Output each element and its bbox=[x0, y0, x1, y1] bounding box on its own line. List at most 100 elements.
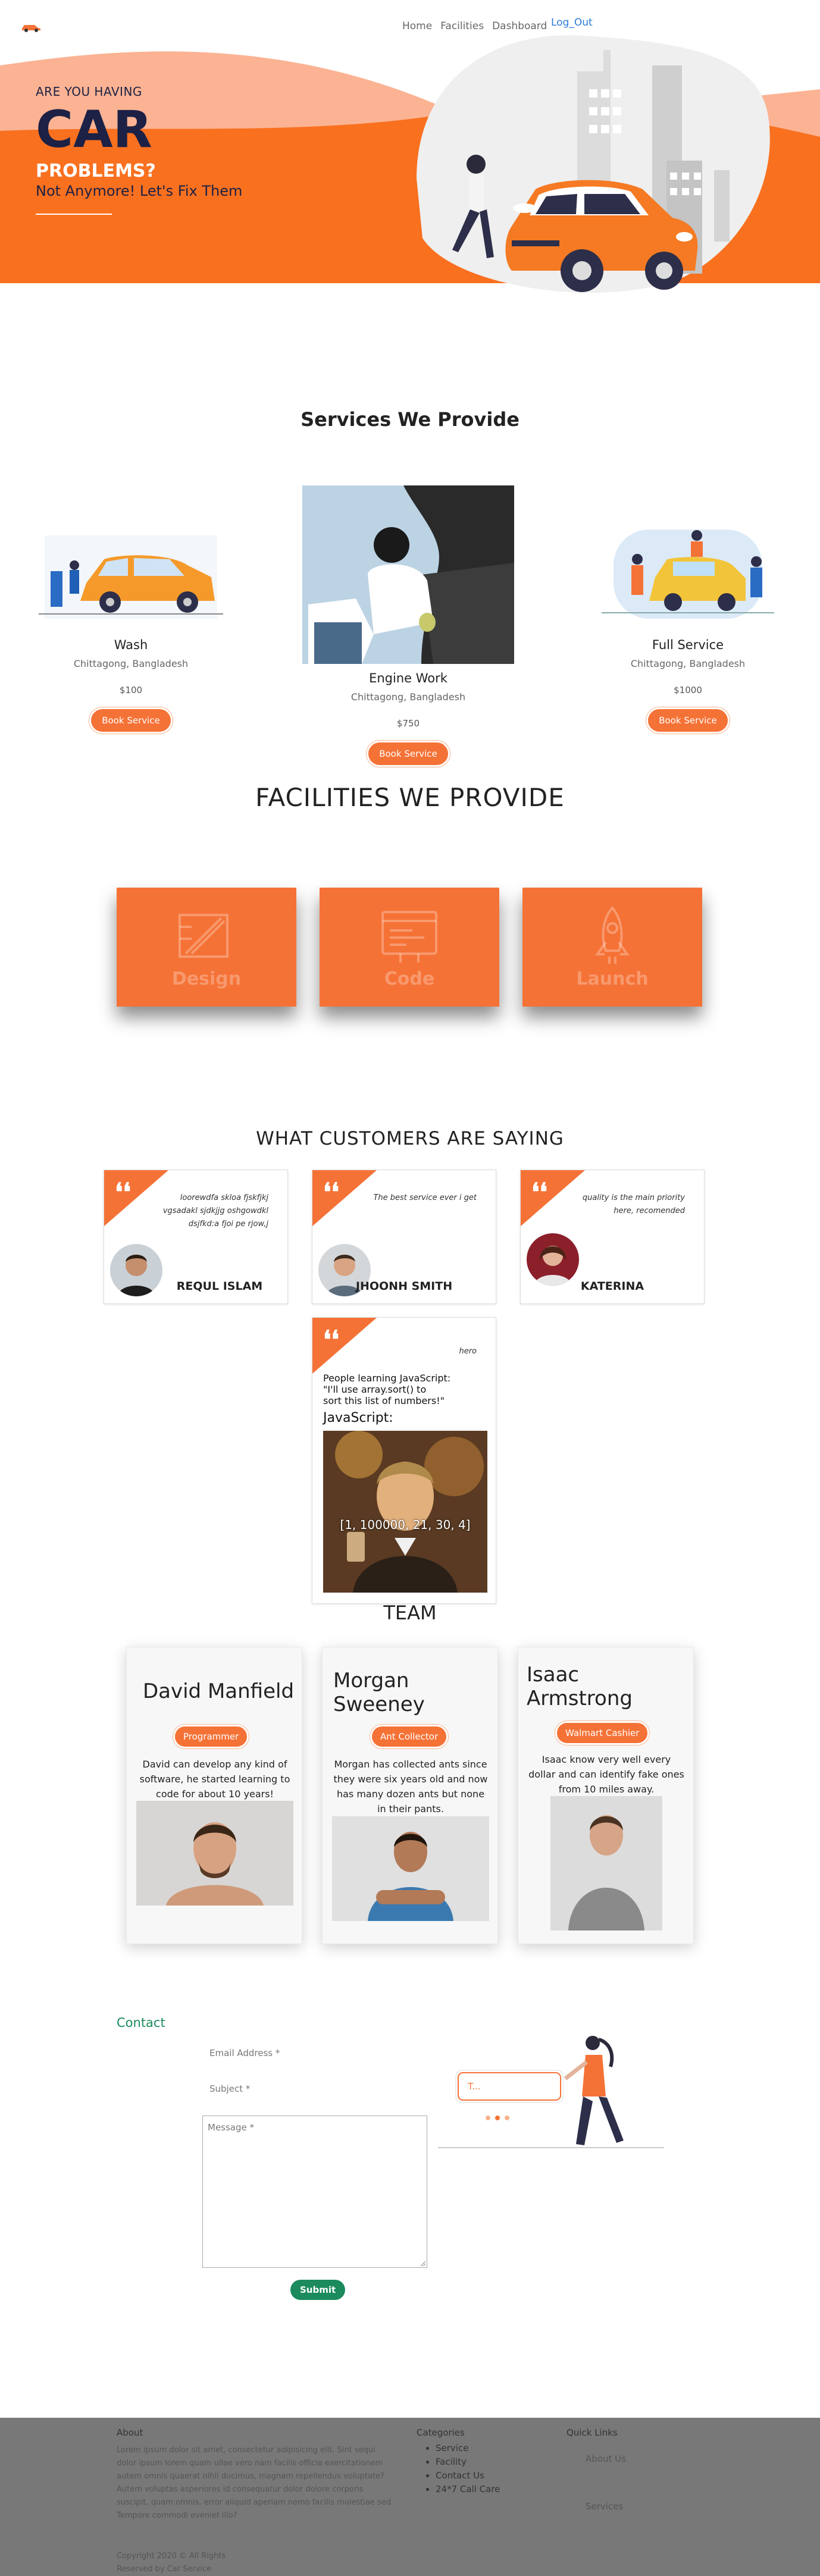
team-member-card: Isaac Armstrong Walmart Cashier Isaac kn… bbox=[518, 1647, 694, 1944]
book-service-button[interactable]: Book Service bbox=[646, 707, 730, 734]
footer-quick-link[interactable]: About Us bbox=[586, 2453, 626, 2464]
book-service-button[interactable]: Book Service bbox=[89, 707, 173, 734]
quote-icon: ❛❛ bbox=[323, 1325, 340, 1354]
avatar bbox=[527, 1233, 579, 1286]
testimonial-card: ❛❛ loorewdfa skloa fjskfjkj vgsadakl sjd… bbox=[104, 1170, 288, 1304]
customer-name: KATERINA bbox=[580, 1280, 644, 1293]
design-icon bbox=[179, 914, 229, 958]
facility-card-code[interactable]: Code bbox=[320, 888, 499, 1007]
member-name: Morgan Sweeney bbox=[333, 1669, 425, 1716]
testimonial-text: The best service ever i get bbox=[373, 1193, 477, 1202]
footer-quick-links-title: Quick Links bbox=[567, 2427, 618, 2438]
full-service-illustration bbox=[590, 512, 786, 631]
service-price: $750 bbox=[396, 718, 420, 729]
member-bio: Morgan has collected ants since they wer… bbox=[333, 1759, 488, 1815]
message-label: Message * bbox=[208, 2122, 255, 2133]
testimonial-text: quality is the main priority here, recom… bbox=[582, 1193, 685, 1215]
testimonial-text: hero bbox=[459, 1347, 477, 1356]
quote-icon: ❛❛ bbox=[115, 1177, 132, 1206]
member-photo bbox=[332, 1816, 489, 1921]
footer-category-link[interactable]: Service bbox=[436, 2442, 500, 2455]
member-name: David Manfield bbox=[142, 1679, 295, 1703]
facility-card-launch[interactable]: Launch bbox=[522, 888, 702, 1007]
member-bio: David can develop any kind of software, … bbox=[139, 1759, 290, 1800]
hero-divider bbox=[36, 214, 112, 215]
footer-categories-list: Service Facility Contact Us 24*7 Call Ca… bbox=[424, 2442, 500, 2496]
member-role-badge[interactable]: Programmer bbox=[173, 1725, 249, 1748]
footer-copyright: Copyright 2020 © All Rights Reserved by … bbox=[117, 2550, 226, 2576]
rocket-icon bbox=[595, 905, 630, 964]
nav-links: Home Facilities Dashboard bbox=[402, 20, 547, 32]
service-location: Chittagong, Bangladesh bbox=[73, 658, 189, 669]
footer-category-link[interactable]: 24*7 Call Care bbox=[436, 2483, 500, 2496]
testimonial-card: ❛❛ The best service ever i get JHOONH SM… bbox=[312, 1170, 496, 1304]
meme-overlay-text: [1, 100000, 21, 30, 4] bbox=[340, 1518, 471, 1532]
testimonials-title: WHAT CUSTOMERS ARE SAYING bbox=[256, 1128, 564, 1149]
testimonial-card: ❛❛ quality is the main priority here, re… bbox=[520, 1170, 705, 1304]
member-role-badge[interactable]: Ant Collector bbox=[370, 1725, 449, 1748]
hero-headline: CAR bbox=[36, 100, 152, 159]
meme-heading: JavaScript: bbox=[323, 1411, 393, 1425]
quote-icon: ❛❛ bbox=[531, 1177, 548, 1206]
team-member-card: David Manfield Programmer David can deve… bbox=[126, 1647, 302, 1944]
facility-label: Code bbox=[384, 969, 435, 989]
copyright-line: Reserved by Car Service bbox=[117, 2565, 212, 2574]
service-location: Chittagong, Bangladesh bbox=[350, 691, 466, 703]
service-price: $100 bbox=[119, 685, 143, 695]
hero-kicker: ARE YOU HAVING bbox=[36, 84, 142, 99]
meme-line: sort this list of numbers!" bbox=[323, 1395, 445, 1406]
hero-text-block: ARE YOU HAVING CAR PROBLEMS? Not Anymore… bbox=[36, 84, 242, 215]
service-name: Engine Work bbox=[369, 671, 447, 685]
service-card-wash: Wash Chittagong, Bangladesh $100 Book Se… bbox=[24, 512, 238, 734]
meme-line: "I'll use array.sort() to bbox=[323, 1384, 427, 1395]
quote-icon: ❛❛ bbox=[323, 1177, 340, 1206]
service-location: Chittagong, Bangladesh bbox=[630, 658, 746, 669]
service-name: Wash bbox=[114, 638, 148, 652]
hero-subheadline: PROBLEMS? bbox=[36, 161, 156, 181]
nav-facilities-link[interactable]: Facilities bbox=[440, 20, 484, 32]
nav-dashboard-link[interactable]: Dashboard bbox=[492, 20, 547, 32]
service-card-engine-work: Engine Work Chittagong, Bangladesh $750 … bbox=[301, 485, 515, 767]
top-nav: Home Facilities Dashboard Log_Out bbox=[0, 0, 820, 54]
team-member-card: Morgan Sweeney Ant Collector Morgan has … bbox=[322, 1647, 498, 1944]
member-name: Isaac Armstrong bbox=[527, 1663, 633, 1710]
meme-image: [1, 100000, 21, 30, 4] bbox=[323, 1431, 487, 1593]
footer-category-link[interactable]: Contact Us bbox=[436, 2469, 500, 2483]
footer-about-text: Lorem ipsum dolor sit amet, consectetur … bbox=[117, 2446, 394, 2520]
testimonial-card: ❛❛ hero People learning JavaScript: "I'l… bbox=[312, 1317, 496, 1604]
code-icon bbox=[381, 911, 437, 963]
footer-quick-link[interactable]: Services bbox=[586, 2501, 623, 2512]
email-field[interactable]: Email Address * bbox=[209, 2048, 280, 2058]
facility-card-design[interactable]: Design bbox=[117, 888, 296, 1007]
book-service-button[interactable]: Book Service bbox=[367, 741, 450, 767]
illustration-placeholder-text: T... bbox=[468, 2081, 481, 2092]
meme-caption: People learning JavaScript: "I'll use ar… bbox=[323, 1372, 451, 1425]
footer: About Lorem ipsum dolor sit amet, consec… bbox=[0, 2418, 820, 2576]
services-title: Services We Provide bbox=[301, 408, 519, 431]
resize-handle-icon[interactable] bbox=[420, 2260, 425, 2266]
footer-about-title: About bbox=[117, 2427, 143, 2438]
member-role-badge[interactable]: Walmart Cashier bbox=[555, 1721, 650, 1745]
submit-button[interactable]: Submit bbox=[290, 2280, 346, 2300]
customer-name: JHOONH SMITH bbox=[355, 1280, 453, 1293]
member-photo bbox=[136, 1801, 293, 1906]
service-card-full-service: Full Service Chittagong, Bangladesh $100… bbox=[581, 512, 795, 734]
footer-category-link[interactable]: Facility bbox=[436, 2455, 500, 2469]
car-logo-icon[interactable] bbox=[20, 21, 42, 32]
engine-work-photo bbox=[302, 485, 514, 664]
testimonial-text: loorewdfa skloa fjskfjkj vgsadakl sjdkjj… bbox=[162, 1193, 268, 1229]
member-bio: Isaac know very well every dollar and ca… bbox=[528, 1754, 684, 1795]
facility-label: Launch bbox=[576, 969, 649, 989]
contact-illustration: T... bbox=[438, 2031, 670, 2156]
team-title: TEAM bbox=[383, 1602, 437, 1624]
copyright-line: Copyright 2020 © All Rights bbox=[117, 2552, 226, 2561]
service-price: $1000 bbox=[674, 685, 702, 695]
meme-line: People learning JavaScript: bbox=[323, 1372, 451, 1384]
customer-name: REQUL ISLAM bbox=[176, 1280, 263, 1293]
subject-field[interactable]: Subject * bbox=[209, 2083, 250, 2094]
logout-link[interactable]: Log_Out bbox=[551, 17, 593, 29]
facility-label: Design bbox=[171, 969, 242, 989]
message-textarea[interactable]: Message * bbox=[202, 2116, 427, 2268]
nav-home-link[interactable]: Home bbox=[402, 20, 432, 32]
facilities-title: FACILITIES WE PROVIDE bbox=[255, 783, 565, 812]
